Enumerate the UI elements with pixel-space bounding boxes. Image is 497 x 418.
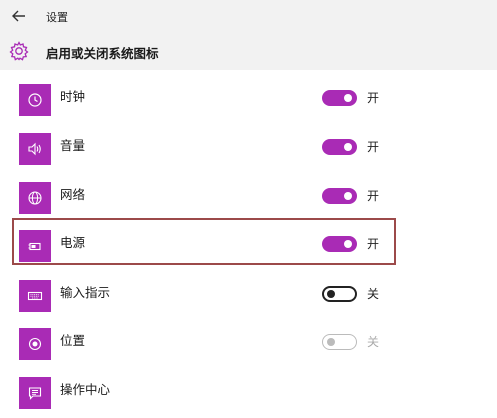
toggle-state-volume: 开: [367, 140, 380, 154]
toggle-location: [322, 334, 357, 350]
setting-row-power: 电源 开: [0, 227, 497, 275]
toggle-state-clock: 开: [367, 91, 380, 105]
action-center-icon: [19, 377, 51, 409]
setting-row-location: 位置 关: [0, 325, 497, 373]
setting-label-input-indicator: 输入指示: [60, 285, 111, 300]
toggle-volume[interactable]: [322, 139, 357, 155]
setting-label-volume: 音量: [60, 138, 86, 153]
toggle-state-network: 开: [367, 189, 380, 203]
toggle-clock[interactable]: [322, 90, 357, 106]
toggle-knob: [344, 143, 352, 151]
page-title: 启用或关闭系统图标: [46, 46, 159, 61]
globe-icon: [19, 182, 51, 214]
toggle-knob: [344, 240, 352, 248]
toggle-input-indicator[interactable]: [322, 286, 357, 302]
toggle-knob: [327, 338, 335, 346]
setting-label-location: 位置: [60, 333, 86, 348]
toggle-knob: [327, 290, 335, 298]
keyboard-icon: [19, 280, 51, 312]
location-icon: [19, 328, 51, 360]
toggle-network[interactable]: [322, 188, 357, 204]
battery-icon: [19, 230, 51, 262]
setting-row-clock: 时钟 开: [0, 81, 497, 129]
toggle-state-location: 关: [367, 335, 380, 349]
setting-label-network: 网络: [60, 187, 86, 202]
toggle-knob: [344, 192, 352, 200]
page-header: 启用或关闭系统图标: [0, 33, 497, 70]
volume-icon: [19, 133, 51, 165]
setting-label-power: 电源: [60, 235, 86, 250]
toggle-state-power: 开: [367, 237, 380, 251]
toggle-power[interactable]: [322, 236, 357, 252]
title-bar: 设置: [0, 0, 497, 33]
window-title: 设置: [46, 11, 68, 24]
back-button[interactable]: [8, 6, 30, 26]
toggle-knob: [344, 94, 352, 102]
setting-label-action-center: 操作中心: [60, 382, 111, 397]
setting-row-input-indicator: 输入指示 关: [0, 277, 497, 325]
setting-label-clock: 时钟: [60, 89, 86, 104]
setting-row-volume: 音量 开: [0, 130, 497, 178]
back-arrow-icon: [12, 10, 25, 22]
clock-icon: [19, 84, 51, 116]
toggle-state-input-indicator: 关: [367, 287, 380, 301]
gear-icon: [9, 41, 29, 61]
setting-row-action-center: 操作中心: [0, 374, 497, 418]
